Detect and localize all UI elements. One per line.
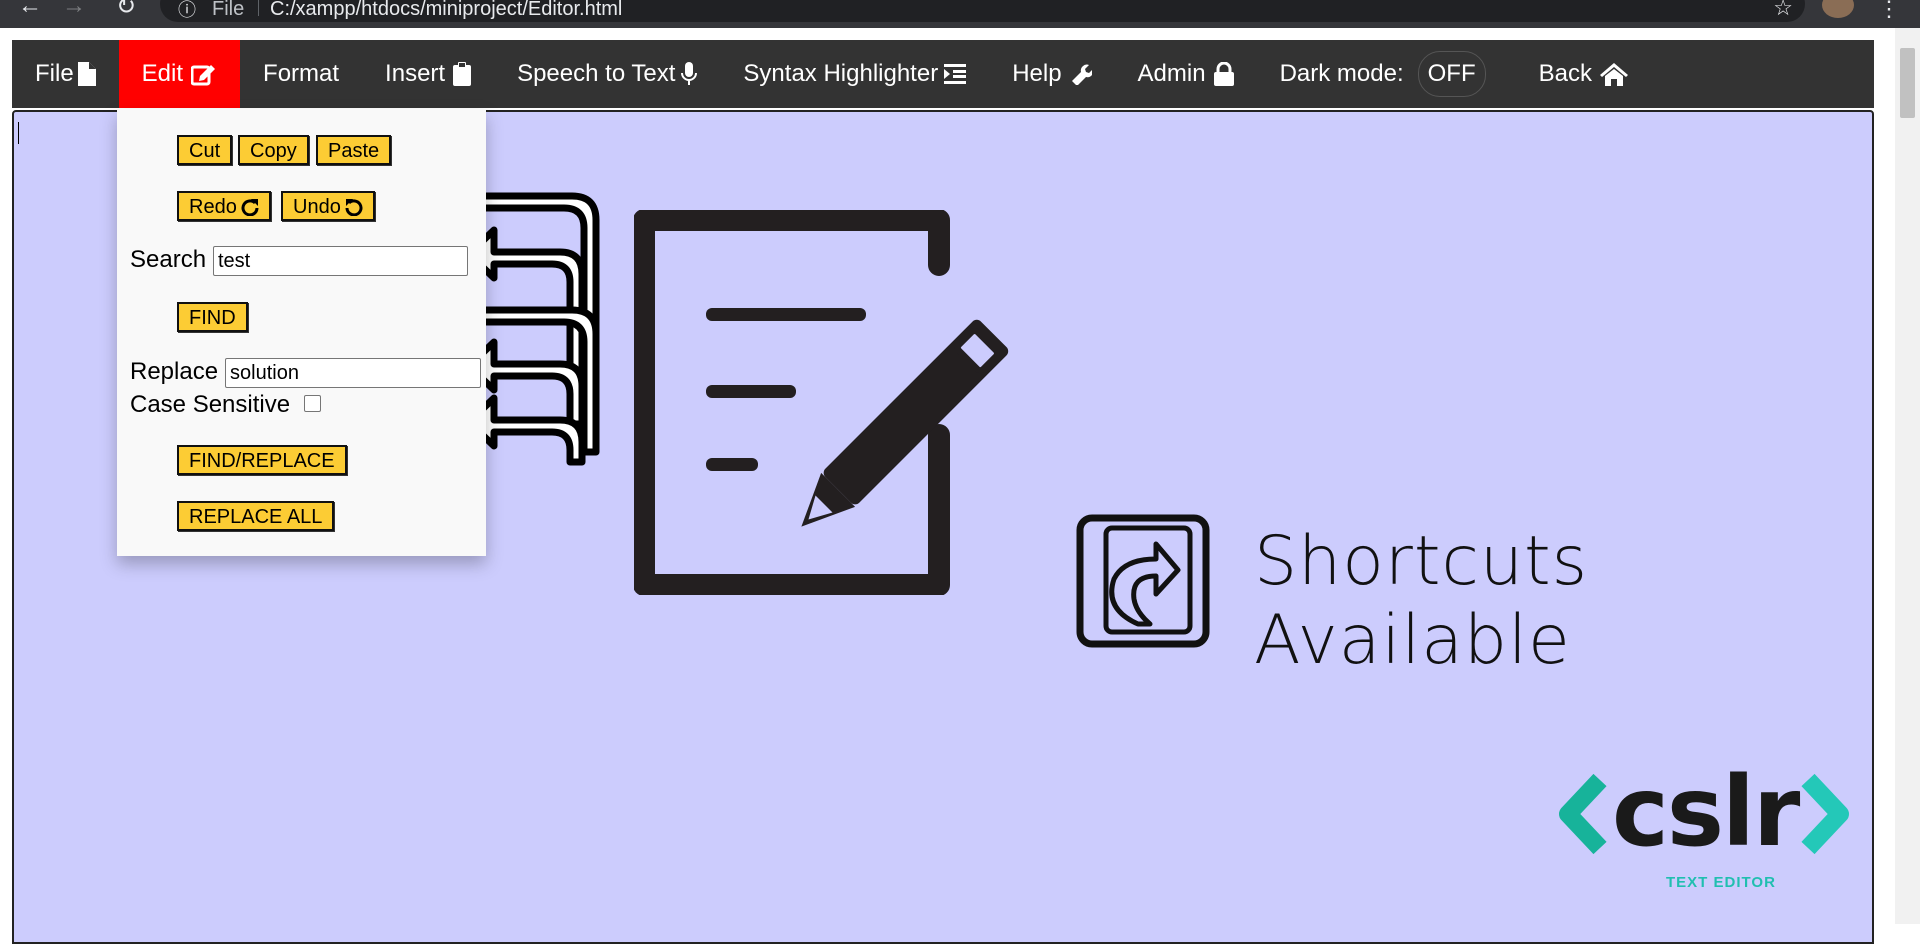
dark-mode-label: Dark mode: <box>1279 60 1404 87</box>
text-caret <box>18 122 19 144</box>
url-scheme: File <box>212 0 245 20</box>
replace-input[interactable] <box>225 358 481 388</box>
case-sensitive-checkbox[interactable] <box>304 395 321 412</box>
undo-icon <box>345 199 363 217</box>
clipboard-icon <box>453 62 472 86</box>
page-scrollbar[interactable] <box>1895 28 1920 924</box>
browser-menu-icon[interactable]: ⋮ <box>1878 0 1900 22</box>
undo-label: Undo <box>293 196 341 218</box>
browser-toolbar: ← → ↻ ⓘ File C:/xampp/htdocs/miniproject… <box>0 0 1920 28</box>
main-navbar: File Edit Format Insert Speech to Text S… <box>12 40 1874 108</box>
find-button[interactable]: FIND <box>177 302 248 332</box>
nav-back[interactable]: Back <box>1509 40 1651 108</box>
brand-logo: cslr TEXT EDITOR <box>1554 756 1854 912</box>
find-replace-button[interactable]: FIND/REPLACE <box>177 445 347 475</box>
list-indent-icon <box>944 64 967 84</box>
nav-back-label: Back <box>1538 60 1592 87</box>
redo-label: Redo <box>189 196 237 218</box>
nav-admin[interactable]: Admin <box>1115 40 1257 108</box>
profile-avatar[interactable] <box>1822 0 1854 18</box>
nav-help-label: Help <box>1012 60 1062 87</box>
nav-syntax-label: Syntax Highlighter <box>743 60 939 87</box>
nav-speech-label: Speech to Text <box>517 60 676 87</box>
nav-syntax-highlighter[interactable]: Syntax Highlighter <box>720 40 989 108</box>
nav-insert[interactable]: Insert <box>362 40 494 108</box>
microphone-icon <box>681 62 698 86</box>
edit-icon <box>191 62 217 86</box>
reload-icon[interactable]: ↻ <box>116 0 136 21</box>
cut-button[interactable]: Cut <box>177 135 233 165</box>
case-sensitive-label: Case Sensitive <box>130 391 291 418</box>
address-bar[interactable]: ⓘ File C:/xampp/htdocs/miniproject/Edito… <box>160 0 1805 22</box>
copy-button[interactable]: Copy <box>238 135 309 165</box>
redo-icon <box>241 199 259 217</box>
lock-icon <box>1213 62 1234 86</box>
nav-dark-mode: Dark mode: OFF <box>1257 40 1509 108</box>
search-input[interactable] <box>213 246 468 276</box>
redo-button[interactable]: Redo <box>177 191 271 221</box>
nav-speech-to-text[interactable]: Speech to Text <box>494 40 720 108</box>
nav-insert-label: Insert <box>385 60 446 87</box>
nav-admin-label: Admin <box>1137 60 1206 87</box>
replace-all-button[interactable]: REPLACE ALL <box>177 501 335 531</box>
undo-button[interactable]: Undo <box>281 191 375 221</box>
search-label: Search <box>130 246 207 273</box>
bookmark-star-icon[interactable]: ☆ <box>1773 0 1793 21</box>
shortcuts-available-heading: Shortcuts Available <box>1254 522 1589 680</box>
home-icon <box>1599 62 1628 86</box>
wrench-icon <box>1070 63 1092 85</box>
nav-edit[interactable]: Edit <box>118 40 241 108</box>
nav-edit-label: Edit <box>141 60 184 87</box>
nav-help[interactable]: Help <box>989 40 1114 108</box>
notepad-pencil-icon <box>634 210 1009 595</box>
brand-name: cslr <box>1612 756 1800 868</box>
back-arrow-icon[interactable]: ← <box>18 0 42 20</box>
nav-format-label: Format <box>263 60 340 87</box>
edit-dropdown-menu: Cut Copy Paste Redo Undo Search FIND Rep… <box>117 109 486 556</box>
scrollbar-thumb[interactable] <box>1900 48 1915 118</box>
nav-file[interactable]: File <box>12 40 119 108</box>
brand-tagline: TEXT EDITOR <box>1666 874 1776 891</box>
dark-mode-toggle[interactable]: OFF <box>1417 51 1486 97</box>
paste-button[interactable]: Paste <box>316 135 392 165</box>
forward-arrow-icon[interactable]: → <box>62 0 86 20</box>
url-text[interactable]: C:/xampp/htdocs/miniproject/Editor.html <box>270 0 622 21</box>
shortcut-icon <box>1076 514 1210 648</box>
url-separator <box>258 0 259 16</box>
info-icon[interactable]: ⓘ <box>178 0 196 22</box>
nav-format[interactable]: Format <box>240 40 362 108</box>
file-icon <box>77 62 96 86</box>
replace-label: Replace <box>130 358 219 385</box>
nav-file-label: File <box>35 60 74 87</box>
